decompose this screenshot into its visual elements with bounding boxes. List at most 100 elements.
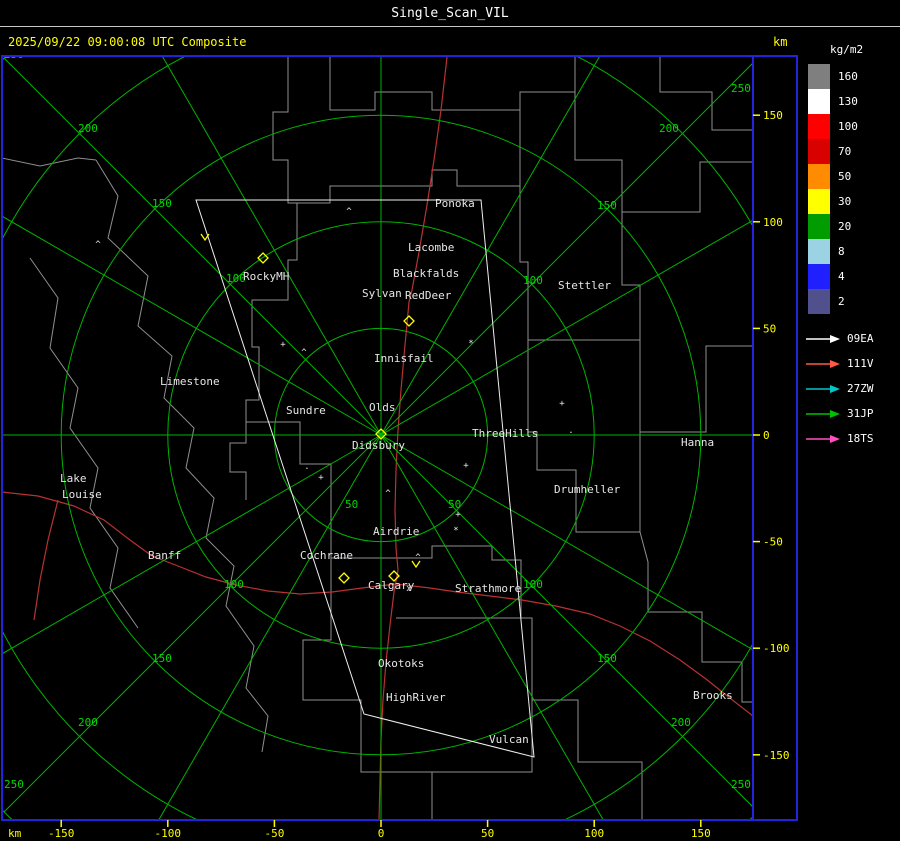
range-ring-label: 150 xyxy=(152,197,172,210)
county-boundary xyxy=(532,699,643,819)
county-boundary xyxy=(297,110,521,204)
city-label: Hanna xyxy=(681,436,714,449)
city-label: ThreeHills xyxy=(472,427,538,440)
range-ring-label: 50 xyxy=(345,498,358,511)
azimuth-spoke xyxy=(161,56,382,436)
county-boundary xyxy=(519,161,752,341)
city-label: Sundre xyxy=(286,404,326,417)
site-legend-label: 18TS xyxy=(847,432,874,445)
colorbar-row: 130 xyxy=(800,89,900,114)
right-axis-label: -150 xyxy=(763,749,790,762)
county-boundary xyxy=(574,92,623,212)
city-label: Lacombe xyxy=(408,241,454,254)
scan-timestamp: 2025/09/22 09:00:08 UTC Composite xyxy=(8,35,247,49)
poi-marker: + xyxy=(463,461,469,471)
county-boundary xyxy=(29,257,139,629)
colorbar-row: 160 xyxy=(800,64,900,89)
city-label: Limestone xyxy=(160,375,220,388)
vil-colorbar: 160 130 100 70 50 30 20 8 4 2 xyxy=(800,64,900,314)
right-axis-label: 150 xyxy=(763,109,783,122)
colorbar-value: 30 xyxy=(838,195,852,208)
poi-marker: * xyxy=(453,526,458,536)
city-label: Blackfalds xyxy=(393,267,459,280)
colorbar-swatch xyxy=(808,214,830,239)
colorbar-swatch xyxy=(808,139,830,164)
poi-marker: ^ xyxy=(385,489,391,499)
colorbar-row: 50 xyxy=(800,164,900,189)
bottom-axis-label: 100 xyxy=(584,827,604,840)
site-legend-label: 31JP xyxy=(847,407,874,420)
bottom-axis-label: -50 xyxy=(264,827,284,840)
colorbar-swatch xyxy=(808,89,830,114)
highway-line xyxy=(33,499,59,621)
colorbar-swatch xyxy=(808,289,830,314)
city-label: Didsbury xyxy=(352,439,405,452)
site-arrow-icon xyxy=(806,434,840,443)
city-label: Cochrane xyxy=(300,549,353,562)
site-legend-row: 27ZW xyxy=(800,376,900,401)
site-legend-row: 111V xyxy=(800,351,900,376)
range-ring-label: 200 xyxy=(671,716,691,729)
legend-panel: kg/m2 160 130 100 70 50 30 20 8 4 2 09EA 111V 27ZW 3… xyxy=(800,27,900,451)
colorbar-row: 20 xyxy=(800,214,900,239)
county-boundary xyxy=(329,57,576,111)
city-label: HighRiver xyxy=(386,691,446,704)
range-ring-label: 200 xyxy=(78,716,98,729)
range-ring-label: 150 xyxy=(152,652,172,665)
site-legend-row: 31JP xyxy=(800,401,900,426)
right-axis-unit-label: km xyxy=(773,35,788,49)
poi-marker: + xyxy=(455,510,461,520)
plot-frame xyxy=(1,55,798,821)
right-axis-label: -100 xyxy=(763,642,790,655)
city-label: Lake xyxy=(60,472,87,485)
colorbar-swatch xyxy=(808,164,830,189)
county-boundary xyxy=(95,159,269,753)
azimuth-spoke xyxy=(158,434,382,819)
window-title: Single_Scan_VIL xyxy=(391,5,509,21)
colorbar-row: 4 xyxy=(800,264,900,289)
radar-map[interactable]: 250 200 150 100 250 200 150 100 50 50 100 150 200 250… xyxy=(0,55,800,841)
site-legend-row: 09EA xyxy=(800,326,900,351)
axes: 150 100 50 0 -50 -100 -150 -150 -100 -50 0 50 100 150… xyxy=(8,109,790,840)
colorbar-swatch xyxy=(808,114,830,139)
site-arrow-icon xyxy=(806,384,840,393)
county-boundary xyxy=(246,421,332,558)
range-ring-label: 150 xyxy=(597,652,617,665)
range-ring-label: 250 xyxy=(731,778,751,791)
city-label: Vulcan xyxy=(489,733,529,746)
highway-line xyxy=(3,491,397,595)
radar-site-diamond-icon xyxy=(338,572,350,584)
range-ring-labels: 2502001501002502001501005050100150200250… xyxy=(4,56,751,791)
colorbar-value: 2 xyxy=(838,295,845,308)
site-arrow-icon xyxy=(806,334,840,343)
bottom-axis-unit-label: km xyxy=(8,827,22,840)
poi-marker: x xyxy=(406,584,412,594)
plot-layers: 2502001501002502001501005050100150200250… xyxy=(3,56,752,819)
city-label: Louise xyxy=(62,488,102,501)
colorbar-row: 30 xyxy=(800,189,900,214)
bottom-axis-label: 150 xyxy=(691,827,711,840)
colorbar-row: 100 xyxy=(800,114,900,139)
colorbar-swatch xyxy=(808,189,830,214)
titlebar: Single_Scan_VIL xyxy=(0,0,900,27)
bottom-axis-label: 50 xyxy=(481,827,494,840)
azimuth-spoke xyxy=(3,434,382,654)
range-ring-label: 200 xyxy=(659,122,679,135)
colorbar-value: 100 xyxy=(838,120,858,133)
county-boundary xyxy=(3,157,97,167)
range-ring-label: 100 xyxy=(523,578,543,591)
range-ring-label: 100 xyxy=(224,578,244,591)
colorbar-row: 2 xyxy=(800,289,900,314)
poi-marker: + xyxy=(280,340,286,350)
colorbar-unit-label: kg/m2 xyxy=(830,43,864,56)
poi-marker: + xyxy=(559,399,565,409)
poi-marker: . xyxy=(304,462,309,472)
colorbar-value: 160 xyxy=(838,70,858,83)
city-label: Sylvan xyxy=(362,287,402,300)
poi-marker: ^ xyxy=(346,207,352,217)
right-axis-label: 100 xyxy=(763,216,783,229)
right-axis-label: 50 xyxy=(763,322,776,335)
bottom-axis-label: -100 xyxy=(155,827,182,840)
range-ring-label: 150 xyxy=(597,199,617,212)
poi-marker: * xyxy=(468,339,473,349)
